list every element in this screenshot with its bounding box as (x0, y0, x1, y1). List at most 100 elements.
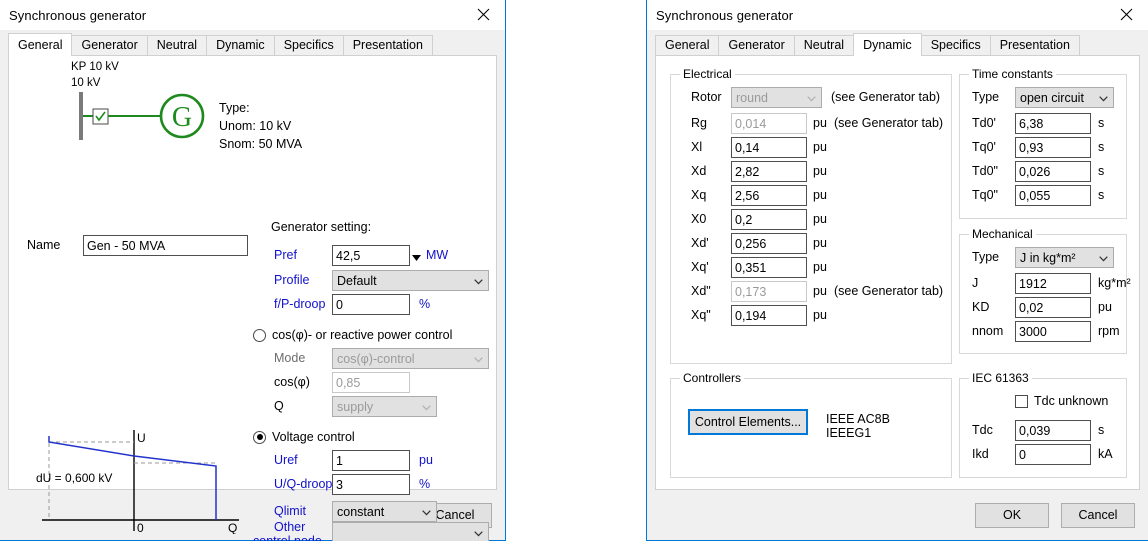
voltage-control-radio[interactable]: Voltage control (253, 430, 355, 444)
uq-droop-input[interactable]: 3 (332, 474, 410, 495)
q-select[interactable]: supply (332, 396, 437, 417)
rg-input[interactable]: 0,014 (731, 113, 807, 134)
tdc-unit: s (1098, 423, 1105, 437)
pref-dropdown-arrow-icon[interactable] (411, 251, 422, 262)
radio-voltage-control[interactable] (253, 430, 266, 444)
close-icon[interactable] (461, 0, 505, 29)
tdc-unknown-checkbox[interactable] (1015, 394, 1028, 408)
footer-right: OK Cancel (647, 490, 1148, 540)
group-title-controllers: Controllers (680, 371, 745, 385)
profile-label: Profile (274, 273, 310, 287)
nnom-input[interactable]: 3000 (1015, 321, 1091, 342)
td0-transient-input[interactable]: 6,38 (1015, 113, 1091, 134)
controller-item-gov: IEEEG1 (826, 426, 872, 440)
td0-transient-unit: s (1098, 116, 1105, 130)
radio-cosphi-control[interactable] (253, 328, 266, 342)
chevron-down-icon (422, 509, 431, 515)
mech-type-select[interactable]: J in kg*m² (1015, 247, 1114, 268)
window-title: Synchronous generator (656, 7, 794, 23)
td0-subtransient-input[interactable]: 0,026 (1015, 161, 1091, 182)
qlimit-value: constant (337, 504, 385, 519)
nnom-label: nnom (972, 324, 1004, 338)
rotor-value: round (736, 90, 768, 105)
controller-item-avr: IEEE AC8B (826, 412, 890, 426)
cosphi-control-radio[interactable]: cos(φ)- or reactive power control (253, 328, 452, 342)
fp-droop-input[interactable]: 0 (332, 294, 410, 315)
xq-transient-unit: pu (813, 260, 827, 274)
inertia-input[interactable]: 1912 (1015, 273, 1091, 294)
rg-unit: pu (813, 116, 827, 130)
xd-subtransient-label: Xd" (691, 284, 711, 298)
xq-transient-label: Xq' (691, 260, 709, 274)
ok-button[interactable]: OK (975, 502, 1049, 528)
xd-transient-input[interactable]: 0,256 (731, 233, 807, 254)
xl-input[interactable]: 0,14 (731, 137, 807, 158)
cancel-button[interactable]: Cancel (1061, 502, 1135, 528)
mode-value: cos(φ)-control (337, 351, 415, 366)
group-title-electrical: Electrical (680, 67, 735, 81)
xd-input[interactable]: 2,82 (731, 161, 807, 182)
tab-dynamic[interactable]: Dynamic (853, 33, 922, 56)
control-elements-button[interactable]: Control Elements... (688, 409, 808, 435)
diagram-snom: Snom: 50 MVA (219, 137, 303, 151)
uref-input[interactable]: 1 (332, 450, 410, 471)
titlebar-right: Synchronous generator (647, 0, 1148, 30)
tq0-subtransient-input[interactable]: 0,055 (1015, 185, 1091, 206)
tab-generator[interactable]: Generator (71, 35, 148, 55)
xd-label: Xd (691, 164, 707, 178)
uq-droop-chart: U 0 Q dU = 0,600 kV (34, 416, 249, 537)
tab-dynamic[interactable]: Dynamic (206, 35, 275, 55)
tab-presentation[interactable]: Presentation (989, 35, 1080, 55)
tab-specifics[interactable]: Specifics (920, 35, 991, 55)
tab-neutral[interactable]: Neutral (793, 35, 855, 55)
td0-subtransient-unit: s (1098, 164, 1105, 178)
rotor-note: (see Generator tab) (831, 90, 941, 104)
chevron-down-icon (422, 404, 431, 410)
tdc-unknown-checkbox-row[interactable]: Tdc unknown (1015, 394, 1108, 408)
diagram-type-label: Type: (219, 101, 250, 115)
profile-select[interactable]: Default (332, 270, 489, 291)
tq0-transient-input[interactable]: 0,93 (1015, 137, 1091, 158)
xq-transient-input[interactable]: 0,351 (731, 257, 807, 278)
tdc-label: Tdc (972, 423, 993, 437)
kd-input[interactable]: 0,02 (1015, 297, 1091, 318)
mode-label: Mode (274, 351, 306, 365)
group-electrical: Electrical Rotor round (see Generator ta… (670, 67, 952, 364)
rotor-label: Rotor (691, 90, 722, 104)
window-title: Synchronous generator (9, 7, 147, 23)
xq-input[interactable]: 2,56 (731, 185, 807, 206)
ikd-input[interactable]: 0 (1015, 444, 1091, 465)
tdc-input[interactable]: 0,039 (1015, 420, 1091, 441)
q-label: Q (274, 399, 284, 413)
qlimit-select[interactable]: constant (332, 501, 437, 522)
tab-general[interactable]: General (8, 33, 73, 56)
mode-select[interactable]: cos(φ)-control (332, 348, 489, 369)
x0-label: X0 (691, 212, 707, 226)
cosphi-label: cos(φ) (274, 375, 310, 389)
rotor-select[interactable]: round (731, 87, 822, 108)
ikd-label: Ikd (972, 447, 989, 461)
other-control-node-select[interactable] (332, 522, 489, 541)
close-icon[interactable] (1104, 0, 1148, 29)
mech-type-label: Type (972, 250, 1000, 264)
tab-specifics[interactable]: Specifics (273, 35, 344, 55)
name-input[interactable]: Gen - 50 MVA (83, 235, 248, 256)
group-title-iec: IEC 61363 (969, 371, 1032, 385)
tab-presentation[interactable]: Presentation (342, 35, 433, 55)
pref-input[interactable]: 42,5 (332, 245, 410, 266)
xd-subtransient-input[interactable]: 0,173 (731, 281, 807, 302)
mech-type-value: J in kg*m² (1020, 250, 1076, 265)
cosphi-input[interactable]: 0,85 (332, 372, 410, 393)
uref-label: Uref (274, 453, 298, 467)
inertia-label: J (972, 276, 979, 290)
xq-subtransient-input[interactable]: 0,194 (731, 305, 807, 326)
tab-generator[interactable]: Generator (718, 35, 795, 55)
tab-general[interactable]: General (655, 35, 720, 55)
tabpanel-general: KP 10 kV 10 kV G Type: Unom: 10 kV Snom:… (8, 55, 497, 541)
tab-neutral[interactable]: Neutral (146, 35, 208, 55)
tabstrip-left: General Generator Neutral Dynamic Specif… (8, 33, 505, 56)
tc-type-select[interactable]: open circuit (1015, 87, 1114, 108)
x0-input[interactable]: 0,2 (731, 209, 807, 230)
xq-label: Xq (691, 188, 707, 202)
xl-label: Xl (691, 140, 703, 154)
